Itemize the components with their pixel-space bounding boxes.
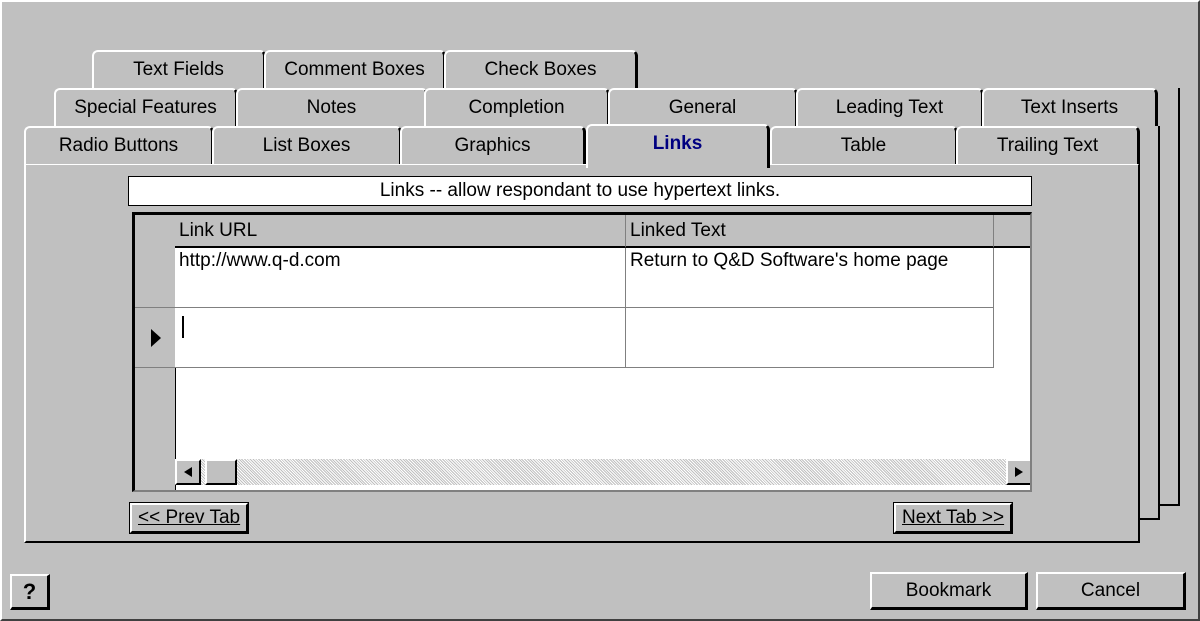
current-row-arrow-icon <box>151 329 161 347</box>
row-selector[interactable] <box>135 248 175 308</box>
column-header-blank <box>994 215 1030 248</box>
page-description: Links -- allow respondant to use hyperte… <box>128 176 1032 206</box>
horizontal-scrollbar[interactable] <box>175 459 1030 485</box>
tab-completion[interactable]: Completion <box>424 88 610 126</box>
next-tab-button[interactable]: Next Tab >> <box>892 502 1014 534</box>
tab-text-inserts[interactable]: Text Inserts <box>982 88 1158 126</box>
cell-link-url-new[interactable] <box>175 308 626 368</box>
text-cursor <box>182 316 184 338</box>
tab-check-boxes[interactable]: Check Boxes <box>444 50 638 88</box>
tab-list-boxes[interactable]: List Boxes <box>212 126 402 164</box>
cell-linked-text-new[interactable] <box>626 308 994 368</box>
tab-radio-buttons[interactable]: Radio Buttons <box>24 126 214 164</box>
cell-link-url[interactable]: http://www.q-d.com <box>175 248 626 308</box>
tab-text-fields[interactable]: Text Fields <box>92 50 266 88</box>
help-button[interactable]: ? <box>10 574 50 610</box>
column-header-link-url[interactable]: Link URL <box>175 215 626 248</box>
tab-notes[interactable]: Notes <box>236 88 428 126</box>
question-mark-icon: ? <box>22 578 37 604</box>
tab-leading-text[interactable]: Leading Text <box>796 88 984 126</box>
tab-graphics[interactable]: Graphics <box>400 126 586 164</box>
column-header-linked-text[interactable]: Linked Text <box>626 215 994 248</box>
scroll-left-icon[interactable] <box>175 459 201 485</box>
scroll-right-icon[interactable] <box>1006 459 1030 485</box>
prev-tab-button[interactable]: << Prev Tab <box>128 502 250 534</box>
links-grid[interactable]: Link URL Linked Text http://www.q-d.com … <box>132 212 1032 492</box>
bookmark-button[interactable]: Bookmark <box>870 572 1028 610</box>
tab-general[interactable]: General <box>608 88 798 126</box>
tab-links[interactable]: Links <box>586 124 770 168</box>
tab-special-features[interactable]: Special Features <box>54 88 238 126</box>
scroll-thumb[interactable] <box>205 459 237 485</box>
row-selector-current[interactable] <box>135 308 175 368</box>
cancel-button[interactable]: Cancel <box>1036 572 1186 610</box>
tab-table[interactable]: Table <box>770 126 958 164</box>
cell-linked-text[interactable]: Return to Q&D Software's home page <box>626 248 994 308</box>
tab-trailing-text[interactable]: Trailing Text <box>956 126 1140 164</box>
tab-comment-boxes[interactable]: Comment Boxes <box>264 50 446 88</box>
